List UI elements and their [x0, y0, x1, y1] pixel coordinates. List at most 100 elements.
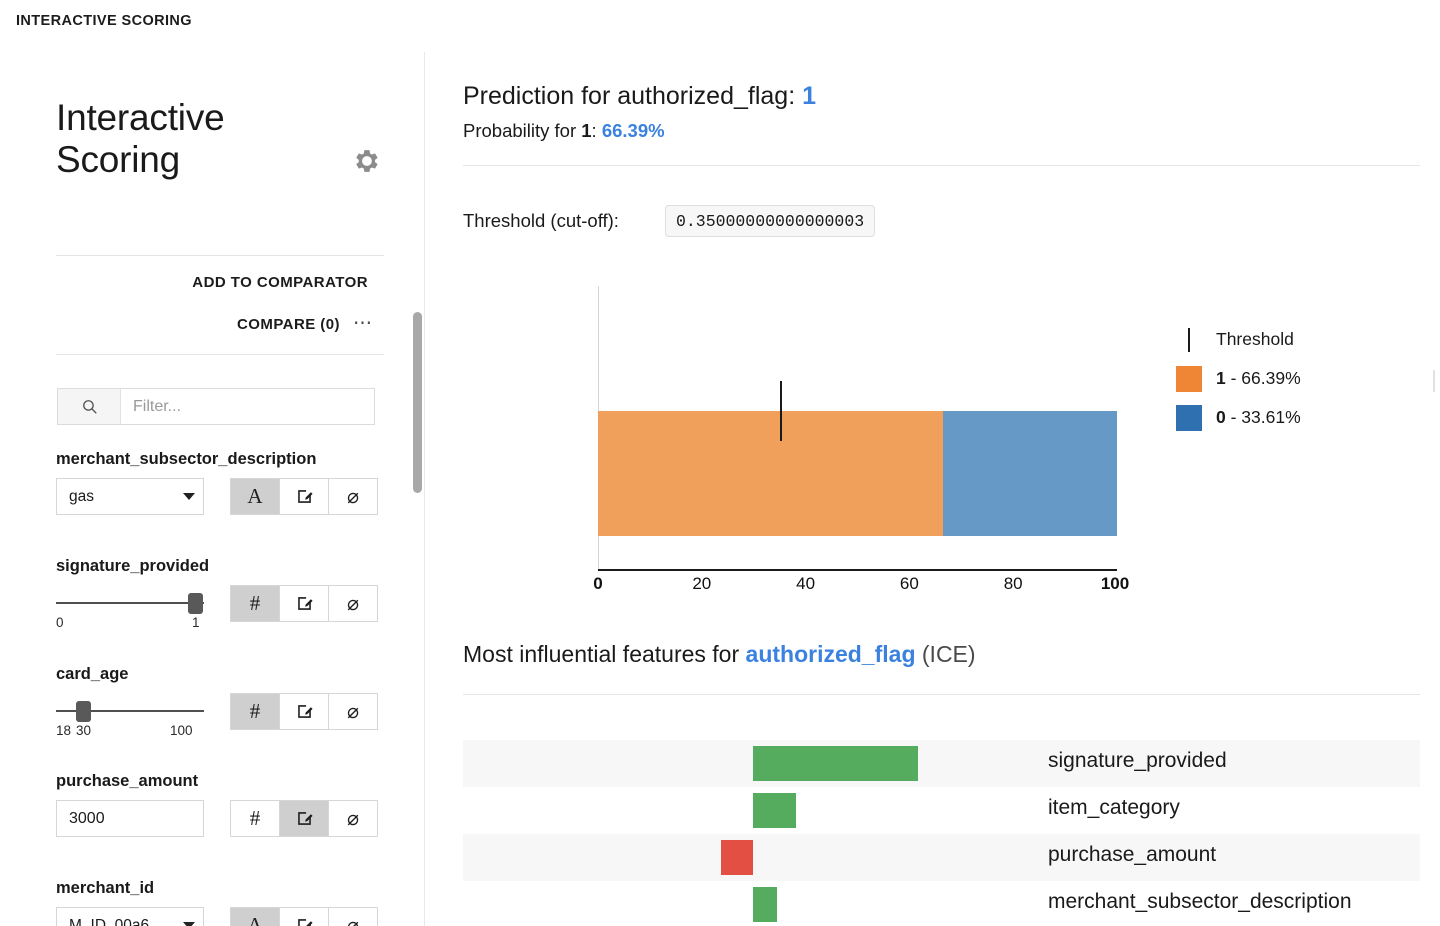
legend-class: 0: [1216, 407, 1226, 427]
divider: [463, 165, 1420, 166]
edit-mode-button[interactable]: [280, 586, 329, 621]
feature-purchase-amount: purchase_amount # ⌀: [56, 772, 386, 837]
slider-max-label: 1: [192, 615, 200, 630]
edit-mode-button[interactable]: [280, 801, 329, 836]
slider-thumb[interactable]: [188, 593, 203, 614]
merchant-id-select[interactable]: M_ID_00a6…: [56, 907, 204, 926]
legend-pct: - 33.61%: [1225, 407, 1301, 427]
null-mode-button[interactable]: ⌀: [329, 801, 377, 836]
edit-mode-button[interactable]: [280, 479, 329, 514]
feature-label: merchant_id: [56, 879, 155, 897]
bar-segment-class-1[interactable]: [598, 411, 943, 536]
null-icon: ⌀: [346, 701, 360, 723]
search-input[interactable]: [121, 389, 374, 424]
probability-value: 66.39%: [601, 120, 665, 141]
edit-mode-button[interactable]: [280, 694, 329, 729]
slider-scale: 18 30 100: [56, 723, 204, 741]
feature-merchant-id: merchant_id M_ID_00a6… A ⌀: [56, 879, 386, 926]
ice-row[interactable]: signature_provided: [463, 740, 1420, 787]
chart-x-axis: [598, 569, 1117, 571]
chart-legend: Threshold 1 - 66.39% 0 - 33.61%: [1176, 320, 1406, 437]
ice-bar-positive[interactable]: [753, 887, 777, 922]
search-icon[interactable]: [58, 389, 121, 424]
prediction-title-text: Prediction for authorized_flag:: [463, 82, 803, 110]
null-mode-button[interactable]: ⌀: [329, 694, 377, 729]
null-icon: ⌀: [346, 486, 360, 508]
ice-bar-positive[interactable]: [753, 746, 918, 781]
probability-separator: :: [591, 120, 602, 141]
ice-feature-label: purchase_amount: [1048, 843, 1217, 866]
hash-icon: #: [249, 591, 261, 615]
edit-icon: [297, 490, 313, 503]
letter-a-icon: A: [247, 913, 263, 926]
threshold-label: Threshold (cut-off):: [463, 210, 619, 231]
divider: [56, 255, 384, 256]
ice-title-feature[interactable]: authorized_flag: [746, 641, 916, 667]
signature-provided-slider[interactable]: 0 1: [56, 585, 204, 633]
null-mode-button[interactable]: ⌀: [329, 908, 377, 926]
null-mode-button[interactable]: ⌀: [329, 586, 377, 621]
feature-signature-provided: signature_provided 0 1 # ⌀: [56, 557, 386, 633]
numeric-mode-button[interactable]: #: [231, 586, 280, 621]
ice-bar-positive[interactable]: [753, 793, 796, 828]
legend-item-class-0[interactable]: 0 - 33.61%: [1176, 398, 1406, 437]
ice-row[interactable]: purchase_amount: [463, 834, 1420, 881]
feature-label: card_age: [56, 665, 129, 683]
purchase-amount-input[interactable]: [56, 800, 204, 837]
ice-title-suffix: (ICE): [915, 641, 976, 667]
ice-bar-negative[interactable]: [721, 840, 753, 875]
hash-icon: #: [249, 806, 261, 830]
x-tick-80: 80: [1003, 574, 1023, 593]
edit-icon: [297, 919, 313, 926]
ice-feature-label: merchant_subsector_description: [1048, 890, 1352, 913]
numeric-mode-button[interactable]: #: [231, 801, 280, 836]
slider-min-label: 0: [56, 615, 64, 630]
legend-item-class-1[interactable]: 1 - 66.39%: [1176, 359, 1406, 398]
threshold-input[interactable]: 0.35000000000000003: [665, 205, 876, 237]
feature-label: purchase_amount: [56, 772, 199, 790]
probability-prefix: Probability for: [463, 120, 582, 141]
compare-button[interactable]: COMPARE (0): [84, 316, 340, 333]
mode-button-group: # ⌀: [230, 800, 378, 837]
slider-thumb[interactable]: [76, 701, 91, 722]
ice-section-title: Most influential features for authorized…: [463, 641, 976, 668]
legend-item-threshold[interactable]: Threshold: [1176, 320, 1406, 359]
ice-row[interactable]: merchant_subsector_description: [463, 881, 1420, 926]
gear-icon[interactable]: [350, 144, 384, 178]
ice-title-prefix: Most influential features for: [463, 641, 746, 667]
legend-label: Threshold: [1216, 329, 1294, 349]
merchant-subsector-description-select[interactable]: gas: [56, 478, 204, 515]
more-options-icon[interactable]: ⋯: [350, 314, 376, 336]
right-edge-scroll-indicator[interactable]: [1433, 370, 1435, 392]
text-mode-button[interactable]: A: [231, 479, 280, 514]
slider-current-label: 30: [76, 723, 92, 738]
x-tick-20: 20: [692, 574, 712, 593]
mode-button-group: A ⌀: [230, 907, 378, 926]
ice-feature-label: signature_provided: [1048, 749, 1227, 772]
select-value: M_ID_00a6…: [69, 916, 165, 926]
threshold-marker: [779, 381, 782, 441]
feature-label: merchant_subsector_description: [56, 450, 317, 468]
null-icon: ⌀: [346, 915, 360, 926]
slider-track[interactable]: [56, 699, 204, 723]
ice-row[interactable]: item_category: [463, 787, 1420, 834]
page-title: Interactive Scoring: [56, 97, 225, 180]
null-mode-button[interactable]: ⌀: [329, 479, 377, 514]
slider-track[interactable]: [56, 591, 204, 615]
numeric-mode-button[interactable]: #: [231, 694, 280, 729]
text-mode-button[interactable]: A: [231, 908, 280, 926]
legend-label: 1 - 66.39%: [1216, 368, 1301, 389]
legend-label: 0 - 33.61%: [1216, 407, 1301, 428]
card-age-slider[interactable]: 18 30 100: [56, 693, 204, 741]
edit-mode-button[interactable]: [280, 908, 329, 926]
sidebar-scrollbar-thumb[interactable]: [413, 312, 422, 493]
prediction-probability-chart: 0 20 40 60 80 100 Threshold 1 - 66.39% 0…: [463, 266, 1420, 621]
edit-icon: [297, 597, 313, 610]
edit-icon: [297, 705, 313, 718]
add-to-comparator-button[interactable]: ADD TO COMPARATOR: [84, 274, 368, 291]
feature-card-age: card_age 18 30 100 # ⌀: [56, 665, 386, 741]
ice-feature-label: item_category: [1048, 796, 1180, 819]
bar-segment-class-0[interactable]: [942, 411, 1117, 536]
select-value: gas: [69, 487, 94, 505]
chevron-down-icon: [183, 922, 195, 926]
